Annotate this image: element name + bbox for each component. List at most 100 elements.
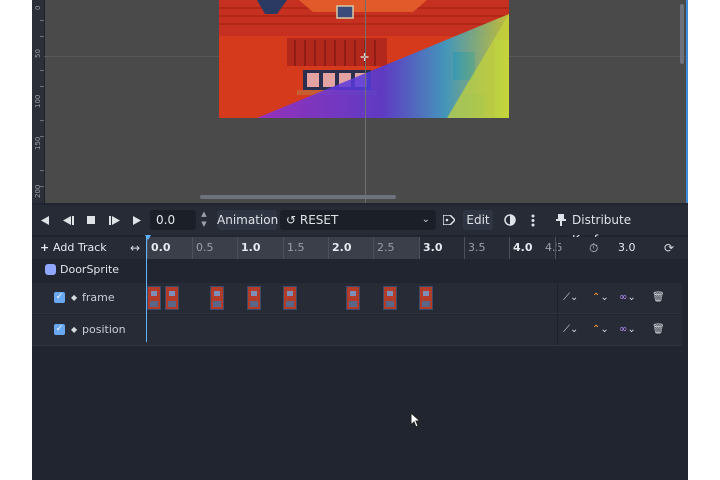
keyframe-thumbnail: [422, 291, 429, 296]
ruler-label: 4.5: [545, 241, 563, 254]
ruler-label: 1.0: [241, 241, 261, 254]
keyframe-thumbnail: [214, 291, 221, 296]
mouse-cursor-icon: [411, 413, 421, 428]
ruler-tick: [192, 237, 193, 259]
keyframe[interactable]: [246, 286, 261, 310]
stop-icon[interactable]: [84, 205, 98, 235]
keyframe[interactable]: [165, 286, 180, 310]
animation-select[interactable]: ↺ RESET ⌄: [280, 210, 436, 230]
ruler-minor-tick: [40, 120, 44, 121]
onion-skin-icon[interactable]: [503, 205, 517, 235]
stopwatch-icon[interactable]: ⏱: [589, 237, 598, 259]
play-backwards-icon[interactable]: [38, 205, 52, 235]
loop-wrap-icon[interactable]: ∞⌄: [619, 315, 636, 345]
ruler-tick: 100: [34, 94, 42, 108]
viewport-edge: [686, 0, 688, 203]
track-enable-checkbox[interactable]: ✓: [54, 292, 65, 303]
ruler-tick: [509, 237, 510, 259]
play-icon[interactable]: [130, 205, 144, 235]
keyframe[interactable]: [418, 286, 433, 310]
node-name: DoorSprite: [60, 263, 120, 276]
track-separator: [557, 283, 558, 313]
ruler-label: 4.0: [513, 241, 533, 254]
time-ruler[interactable]: 0.0 0.5 1.0 1.5 2.0 2.5 3.0 3.5 4.0 4.5: [147, 237, 563, 259]
track-enable-checkbox[interactable]: ✓: [54, 324, 65, 335]
loop-icon[interactable]: ⟳: [664, 237, 674, 259]
more-icon[interactable]: [526, 205, 540, 235]
diamond-icon: ◆: [71, 293, 78, 302]
ruler-tick: 0: [34, 5, 42, 10]
chevron-down-icon: ⌄: [421, 214, 430, 225]
playhead-line[interactable]: [146, 237, 147, 342]
keyframe-thumbnail: [151, 291, 157, 296]
ruler-tick: [328, 237, 329, 259]
ruler-tick: [373, 237, 374, 259]
ruler-label: 3.5: [468, 241, 486, 254]
animation-toolbar: 0.0 ▲ ▼ Animation ↺ RESET ⌄ Edit Distribu…: [32, 205, 688, 247]
keyframe[interactable]: [210, 286, 225, 310]
ruler-minor-tick: [40, 136, 44, 137]
trash-icon[interactable]: 🗑: [652, 283, 665, 313]
distribute-keyframes-button[interactable]: Distribute Keyframes: [572, 210, 684, 247]
ruler-label: 0.5: [196, 241, 214, 254]
ruler-tick: [237, 237, 238, 259]
add-track-button[interactable]: + Add Track: [40, 237, 107, 259]
animation-menu-button[interactable]: Animation: [217, 210, 278, 230]
ruler-minor-tick: [40, 70, 44, 71]
spin-icon[interactable]: ▲ ▼: [198, 209, 210, 231]
diamond-icon: ◆: [71, 325, 78, 334]
ruler-tick: [283, 237, 284, 259]
interpolation-curve-icon[interactable]: ⟋⌄: [563, 283, 578, 313]
zoom-fit-icon[interactable]: ↔: [130, 237, 140, 259]
track-name: position: [82, 323, 126, 336]
animation-length-field[interactable]: 3.0: [618, 237, 636, 259]
plus-icon: +: [40, 241, 54, 254]
reset-icon: ↺: [286, 213, 300, 227]
ruler-minor-tick: [40, 170, 44, 171]
vertical-scrollbar[interactable]: [680, 4, 684, 64]
sprite-node-icon: [45, 264, 56, 275]
track-row[interactable]: ✓ ◆ frame ⟋⌄ ⌃⌄ ∞⌄ 🗑: [32, 283, 682, 314]
godot-editor: 0 50 100 150 200 ✛ 0.0 ▲ ▼ Animation ↺ R…: [32, 0, 688, 480]
timeline-header: + Add Track ↔ 0.0 0.5 1.0 1.5 2.0 2.5 3.…: [32, 235, 688, 259]
track-row[interactable]: ✓ ◆ position ⟋⌄ ⌃⌄ ∞⌄ 🗑: [32, 315, 682, 346]
track-list: DoorSprite ✓ ◆ frame ⟋⌄ ⌃⌄ ∞⌄ 🗑 ✓ ◆ posi…: [32, 259, 688, 480]
loop-wrap-icon[interactable]: ∞⌄: [619, 283, 636, 313]
horizontal-scrollbar[interactable]: [200, 195, 396, 199]
canvas-viewport[interactable]: 0 50 100 150 200 ✛: [32, 0, 688, 203]
keyframe[interactable]: [382, 286, 397, 310]
node-group-row[interactable]: DoorSprite: [32, 259, 688, 281]
interpolation-curve-icon[interactable]: ⟋⌄: [563, 315, 578, 345]
ruler-label: 0.0: [151, 241, 171, 254]
keyframe[interactable]: [282, 286, 297, 310]
add-track-label: Add Track: [53, 241, 107, 254]
update-mode-icon[interactable]: ⌃⌄: [592, 315, 609, 345]
ruler-label: 2.0: [332, 241, 352, 254]
edit-icon[interactable]: [442, 205, 456, 235]
keyframe-thumbnail: [350, 291, 357, 296]
ruler-label: 1.5: [287, 241, 305, 254]
keyframe-thumbnail: [250, 291, 257, 296]
keyframe-thumbnail: [386, 291, 393, 296]
ruler-tick: [464, 237, 465, 259]
ruler-tick: [419, 237, 420, 259]
play-from-start-icon[interactable]: [106, 205, 122, 235]
track-separator: [557, 315, 558, 345]
ruler-label: 3.0: [423, 241, 443, 254]
keyframe[interactable]: [346, 286, 361, 310]
ruler-minor-tick: [40, 186, 44, 187]
update-mode-icon[interactable]: ⌃⌄: [592, 283, 609, 313]
vertical-ruler: 0 50 100 150 200: [32, 0, 45, 203]
time-input[interactable]: 0.0: [150, 210, 196, 230]
trash-icon[interactable]: 🗑: [652, 315, 665, 345]
ruler-label: 2.5: [377, 241, 395, 254]
ruler-tick: [147, 237, 148, 259]
pin-icon[interactable]: [554, 205, 568, 235]
ruler-tick: 50: [34, 49, 42, 58]
keyframe[interactable]: [147, 286, 161, 310]
vertical-guide: [365, 0, 366, 203]
ruler-tick: 150: [34, 136, 42, 150]
ruler-minor-tick: [40, 20, 44, 21]
play-backwards-from-end-icon[interactable]: [60, 205, 76, 235]
edit-button[interactable]: Edit: [463, 210, 493, 230]
